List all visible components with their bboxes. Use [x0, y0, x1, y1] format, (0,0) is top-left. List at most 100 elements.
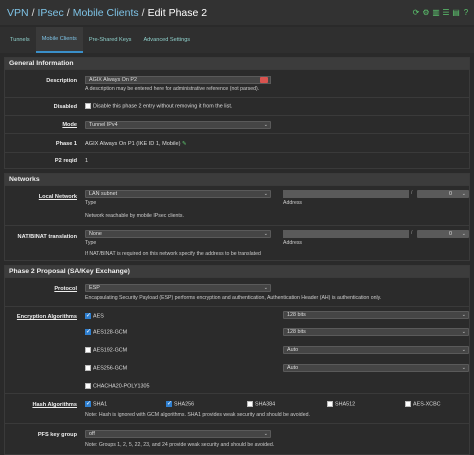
networks-panel: Networks Local Network LAN subnet ⌄ Type …	[4, 173, 470, 261]
hash-sha384-checkbox[interactable]	[247, 401, 253, 407]
chart-icon[interactable]: ▥	[432, 8, 440, 17]
enc-aes-option[interactable]: AES	[85, 312, 104, 319]
enc-aes-keylen-select[interactable]: 128 bits ⌄	[283, 311, 469, 319]
hash-help: Note: Hash is ignored with GCM algorithm…	[85, 412, 310, 418]
enc-aes128gcm-option[interactable]: AES128-GCM	[85, 328, 128, 336]
log-icon[interactable]: ▤	[452, 8, 460, 17]
pfs-help: Note: Groups 1, 2, 5, 22, 23, and 24 pro…	[85, 442, 275, 448]
pfs-select[interactable]: off ⌄	[85, 430, 271, 438]
hash-aesxcbc-checkbox[interactable]	[405, 401, 411, 407]
description-input[interactable]: AGIX Always On P2	[85, 76, 271, 84]
slash-separator: /	[411, 190, 413, 196]
hash-sha1-option[interactable]: SHA1	[85, 400, 108, 408]
enc-name: AES192-GCM	[93, 347, 128, 354]
page-title: Edit Phase 2	[147, 6, 208, 19]
protocol-label: Protocol	[54, 286, 77, 292]
type-label: Type	[85, 200, 97, 206]
enc-aes192gcm-keylen-select[interactable]: Auto ⌄	[283, 346, 469, 354]
keylen-value: 128 bits	[287, 312, 306, 318]
hash-label: Hash Algorithms	[32, 402, 77, 408]
local-network-row: Local Network LAN subnet ⌄ Type Address /…	[5, 185, 469, 225]
enc-chacha20-option[interactable]: CHACHA20-POLY1305	[85, 383, 150, 389]
enc-aes256gcm-checkbox[interactable]	[85, 365, 91, 371]
local-network-type-select[interactable]: LAN subnet ⌄	[85, 190, 271, 198]
nat-binat-help: If NAT/BINAT is required on this network…	[85, 251, 261, 257]
mask-value: 0	[449, 231, 452, 237]
chevron-down-icon: ⌄	[461, 365, 466, 371]
chevron-down-icon: ⌄	[461, 231, 466, 237]
hash-sha256-checkbox[interactable]	[166, 400, 172, 407]
chevron-down-icon: ⌄	[263, 285, 268, 291]
phase1-label: Phase 1	[55, 141, 77, 147]
enc-aes128gcm-checkbox[interactable]	[85, 328, 91, 335]
tab-tunnels[interactable]: Tunnels	[4, 27, 36, 53]
mode-select[interactable]: Tunnel IPv4 ⌄	[85, 121, 271, 129]
disabled-checkbox-wrap[interactable]: Disable this phase 2 entry without remov…	[85, 103, 232, 109]
chevron-down-icon: ⌄	[263, 231, 268, 237]
enc-aes192gcm-option[interactable]: AES192-GCM	[85, 347, 127, 353]
tab-mobile-clients[interactable]: Mobile Clients	[35, 27, 83, 53]
tab-bar: Tunnels Mobile Clients Pre-Shared Keys A…	[0, 27, 474, 53]
general-information-panel: General Information Description AGIX Alw…	[4, 57, 470, 169]
local-network-address-input[interactable]	[283, 190, 409, 198]
tab-advanced-settings[interactable]: Advanced Settings	[137, 27, 196, 53]
p2reqid-row: P2 reqid 1	[5, 152, 469, 169]
hash-aesxcbc-option[interactable]: AES-XCBC	[405, 401, 441, 407]
local-network-mask-select[interactable]: 0 ⌄	[417, 190, 469, 198]
hash-sha512-checkbox[interactable]	[327, 401, 333, 407]
protocol-value: ESP	[89, 285, 100, 291]
breadcrumb-separator: /	[141, 6, 145, 19]
enc-aes256gcm-option[interactable]: AES256-GCM	[85, 365, 127, 371]
disabled-checkbox[interactable]	[85, 103, 91, 109]
hash-sha384-option[interactable]: SHA384	[247, 401, 275, 407]
list-icon[interactable]: ☰	[442, 8, 450, 17]
hash-name: SHA256	[174, 401, 195, 408]
phase1-row: Phase 1 AGIX Always On P1 (IKE ID 1, Mob…	[5, 133, 469, 152]
mask-value: 0	[449, 191, 452, 197]
keylen-value: Auto	[287, 347, 299, 353]
description-row: Description AGIX Always On P2 A descript…	[5, 69, 469, 97]
pfs-row: PFS key group off ⌄ Note: Groups 1, 2, 5,…	[5, 423, 469, 455]
protocol-help: Encapsulating Security Payload (ESP) per…	[85, 295, 382, 301]
nat-binat-value: None	[89, 231, 102, 237]
gear-icon[interactable]: ⚙	[422, 8, 430, 17]
help-icon[interactable]: ?	[462, 8, 470, 17]
enc-aes256gcm-keylen-select[interactable]: Auto ⌄	[283, 364, 469, 372]
nat-binat-row: NAT/BINAT translation None ⌄ Type Address…	[5, 225, 469, 261]
page-header: VPN / IPsec / Mobile Clients / Edit Phase 2 ⟳ …	[0, 0, 474, 25]
description-value: AGIX Always On P2	[89, 77, 137, 83]
protocol-select[interactable]: ESP ⌄	[85, 284, 271, 292]
enc-aes128gcm-keylen-select[interactable]: 128 bits ⌄	[283, 328, 469, 336]
hash-name: SHA384	[255, 401, 276, 408]
reload-icon[interactable]: ⟳	[412, 8, 420, 17]
description-label: Description	[46, 78, 77, 84]
pfs-label: PFS key group	[37, 432, 77, 438]
panel-title: Networks	[5, 174, 469, 185]
nat-binat-address-input[interactable]	[283, 230, 409, 238]
nat-binat-type-select[interactable]: None ⌄	[85, 230, 271, 238]
hash-sha256-option[interactable]: SHA256	[166, 400, 195, 408]
phase2-proposal-panel: Phase 2 Proposal (SA/Key Exchange) Proto…	[4, 265, 470, 455]
slash-separator: /	[411, 230, 413, 236]
breadcrumb-mobile-clients[interactable]: Mobile Clients	[73, 7, 139, 19]
enc-aes-checkbox[interactable]	[85, 312, 91, 319]
breadcrumb-ipsec[interactable]: IPsec	[38, 7, 64, 19]
enc-chacha20-checkbox[interactable]	[85, 383, 91, 389]
breadcrumb-vpn[interactable]: VPN	[7, 7, 29, 19]
clear-icon[interactable]	[260, 77, 268, 83]
hash-sha1-checkbox[interactable]	[85, 400, 91, 407]
address-label: Address	[283, 200, 303, 206]
enc-aes192gcm-checkbox[interactable]	[85, 347, 91, 353]
enc-name: AES128-GCM	[93, 329, 128, 336]
nat-binat-mask-select[interactable]: 0 ⌄	[417, 230, 469, 238]
local-network-value: LAN subnet	[89, 191, 118, 197]
hash-name: SHA1	[93, 401, 108, 408]
pfs-value: off	[89, 431, 95, 437]
hash-name: SHA512	[335, 401, 356, 408]
hash-sha512-option[interactable]: SHA512	[327, 401, 355, 407]
tab-pre-shared-keys[interactable]: Pre-Shared Keys	[83, 27, 138, 53]
keylen-value: Auto	[287, 365, 299, 371]
pencil-icon[interactable]: ✎	[182, 141, 187, 147]
local-network-help: Network reachable by mobile IPsec client…	[85, 213, 184, 219]
mode-label: Mode	[62, 122, 77, 128]
